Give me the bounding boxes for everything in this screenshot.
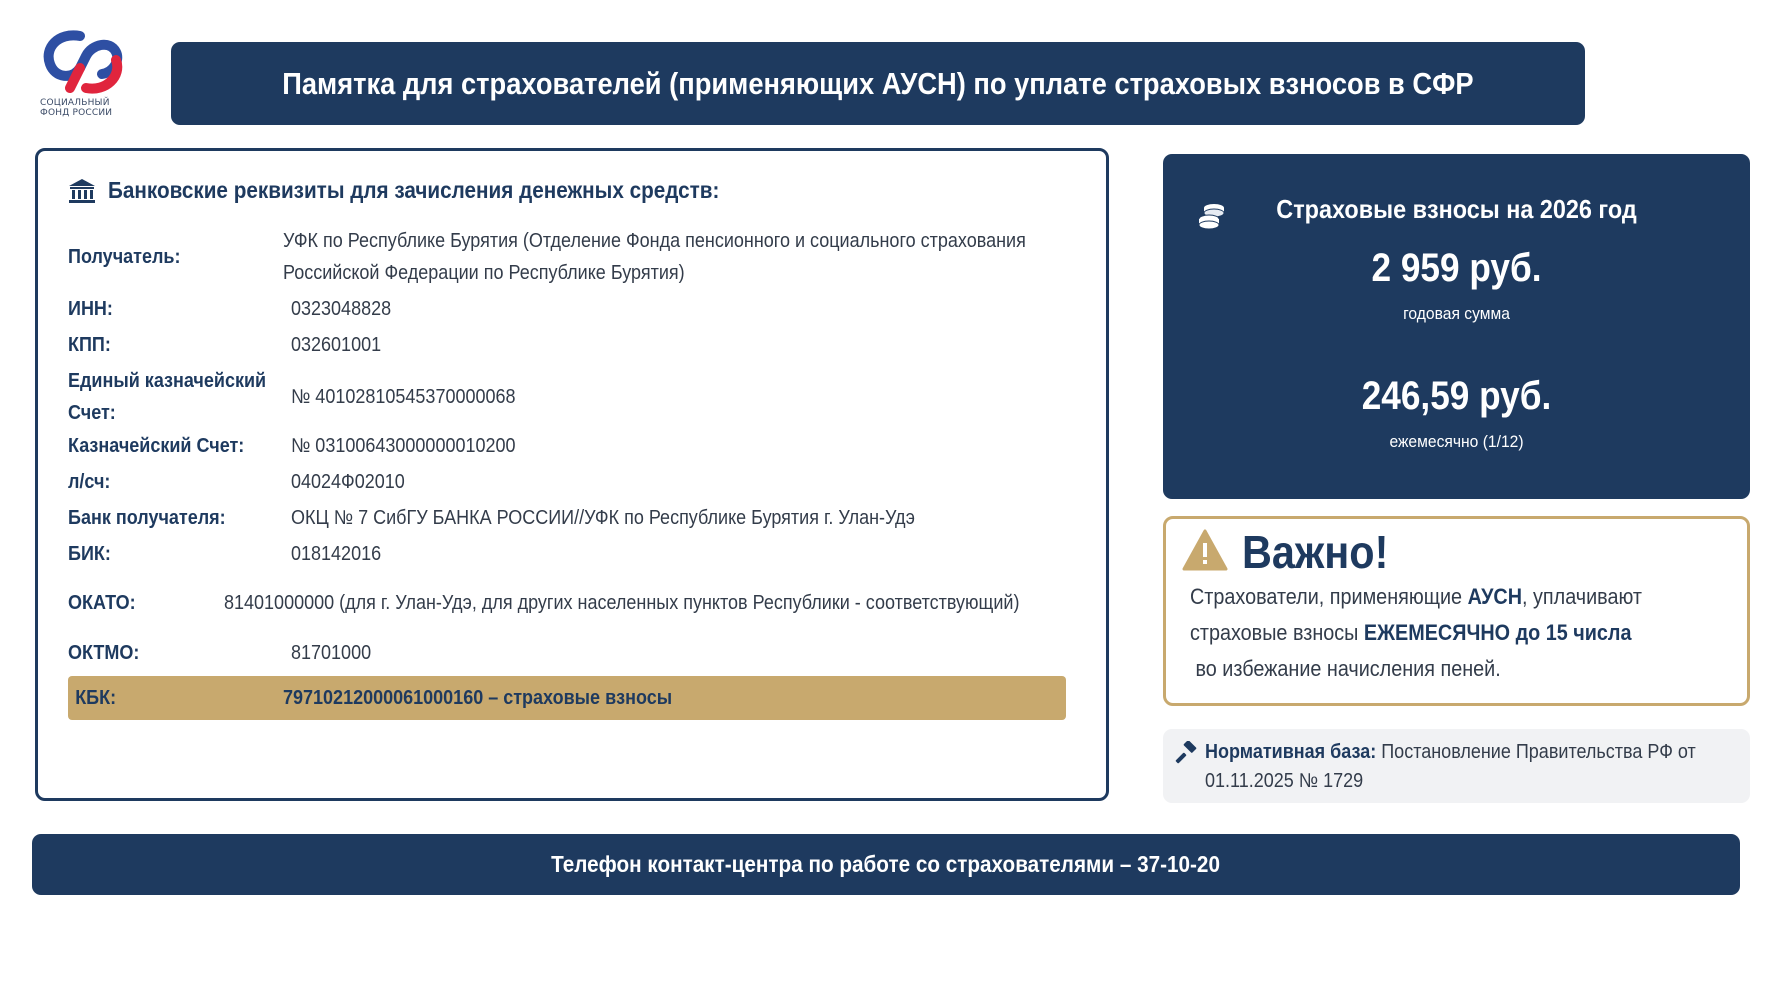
- label-kpp: КПП:: [68, 334, 111, 356]
- legal-basis-line-1: Постановление Правительства РФ от: [1376, 741, 1696, 763]
- row-treasury: Казначейский Счет: № 0310064300000001020…: [68, 430, 1108, 462]
- label-treasury-single-line-1: Единый казначейский: [68, 370, 267, 392]
- footer-banner: Телефон контакт-центра по работе со стра…: [32, 834, 1740, 895]
- label-kbk: КБК:: [75, 687, 117, 709]
- row-bank: Банк получателя: ОКЦ № 7 СибГУ БАНКА РОС…: [68, 502, 1108, 534]
- important-line-2: страховые взносы ЕЖЕМЕСЯЧНО до 15 числа: [1190, 615, 1632, 651]
- important-line-3: во избежание начисления пеней.: [1190, 656, 1501, 681]
- title-banner: Памятка для страхователей (применяющих А…: [171, 42, 1585, 125]
- value-kbk: 79710212000061000160 – страховые взносы: [283, 687, 673, 709]
- contributions-title: Страховые взносы на 2026 год: [1276, 194, 1637, 224]
- monthly-amount: 246,59 руб.: [1361, 374, 1552, 418]
- contact-phone: Телефон контакт-центра по работе со стра…: [551, 851, 1221, 877]
- value-treasury-single: № 40102810545370000068: [291, 386, 516, 408]
- row-treasury-single: Единый казначейский Счет: № 401028105453…: [68, 365, 1108, 429]
- label-oktmo: ОКТМО:: [68, 642, 140, 664]
- important-panel: Важно! Страхователи, применяющие АУСН, у…: [1163, 516, 1750, 706]
- requisites-title: Банковские реквизиты для зачисления дене…: [108, 177, 720, 203]
- important-line-1: Страхователи, применяющие АУСН, уплачива…: [1190, 579, 1642, 615]
- value-recipient: УФК по Республике Бурятия (Отделение Фон…: [283, 225, 1026, 289]
- value-ls: 04024Ф02010: [291, 471, 405, 493]
- requisites-panel: Банковские реквизиты для зачисления дене…: [35, 148, 1109, 801]
- important-line-1-text: Страхователи, применяющие: [1190, 584, 1468, 609]
- value-bank: ОКЦ № 7 СибГУ БАНКА РОССИИ//УФК по Респу…: [291, 507, 915, 529]
- logo-line-1: СОЦИАЛЬНЫЙ: [40, 98, 110, 108]
- page-title: Памятка для страхователей (применяющих А…: [282, 65, 1474, 101]
- value-kpp: 032601001: [291, 334, 382, 356]
- value-bik: 018142016: [291, 543, 382, 565]
- value-recipient-line-1: УФК по Республике Бурятия (Отделение Фон…: [282, 230, 1026, 252]
- row-kpp: КПП: 032601001: [68, 329, 1108, 361]
- annual-amount: 2 959 руб.: [1371, 246, 1542, 290]
- contributions-panel: Страховые взносы на 2026 год 2 959 руб. …: [1163, 154, 1750, 499]
- value-oktmo: 81701000: [291, 642, 372, 664]
- important-line-2-text: страховые взносы: [1190, 620, 1364, 645]
- logo-line-2: ФОНД РОССИИ: [40, 108, 113, 118]
- row-okato: ОКАТО: 81401000000 (для г. Улан-Удэ, для…: [68, 587, 1108, 619]
- important-line-2-bold: ЕЖЕМЕСЯЧНО до 15 числа: [1363, 620, 1632, 645]
- annual-caption: годовая сумма: [1403, 304, 1510, 323]
- row-bik: БИК: 018142016: [68, 538, 1108, 570]
- legal-basis-panel: Нормативная база: Постановление Правител…: [1163, 729, 1750, 803]
- sfr-logo-icon: [43, 30, 123, 94]
- gavel-icon: [1175, 741, 1197, 764]
- row-recipient: Получатель: УФК по Республике Бурятия (О…: [68, 225, 1108, 289]
- label-bik: БИК:: [68, 543, 111, 565]
- label-okato: ОКАТО:: [68, 592, 136, 614]
- legal-basis-text: Нормативная база: Постановление Правител…: [1205, 738, 1745, 796]
- sfr-logo: СОЦИАЛЬНЫЙ ФОНД РОССИИ: [40, 30, 130, 126]
- important-title: Важно!: [1242, 526, 1389, 578]
- row-ls: л/сч: 04024Ф02010: [68, 466, 1108, 498]
- label-ls: л/сч:: [68, 471, 111, 493]
- monthly-caption: ежемесячно (1/12): [1389, 432, 1524, 451]
- label-treasury: Казначейский Счет:: [68, 435, 245, 457]
- requisites-heading: Банковские реквизиты для зачисления дене…: [68, 177, 787, 204]
- legal-basis-line-2: 01.11.2025 № 1729: [1205, 770, 1364, 792]
- bank-icon: [69, 178, 95, 203]
- label-treasury-single: Единый казначейский Счет:: [68, 365, 269, 429]
- value-inn: 0323048828: [291, 298, 392, 320]
- important-line-1-bold: АУСН: [1467, 584, 1523, 609]
- value-recipient-line-2: Российской Федерации по Республике Бурят…: [282, 262, 685, 284]
- logo-caption: СОЦИАЛЬНЫЙ ФОНД РОССИИ: [40, 98, 130, 118]
- label-inn: ИНН:: [68, 298, 113, 320]
- value-treasury: № 03100643000000010200: [291, 435, 516, 457]
- row-inn: ИНН: 0323048828: [68, 293, 1108, 325]
- label-bank: Банк получателя:: [68, 507, 226, 529]
- label-treasury-single-line-2: Счет:: [68, 402, 116, 424]
- value-okato: 81401000000 (для г. Улан-Удэ, для других…: [224, 592, 1020, 614]
- legal-basis-label: Нормативная база:: [1205, 741, 1377, 763]
- warning-icon: [1182, 529, 1228, 571]
- important-line-1-end: , уплачивают: [1522, 584, 1642, 609]
- row-kbk: КБК: 79710212000061000160 – страховые вз…: [68, 676, 1066, 720]
- row-oktmo: ОКТМО: 81701000: [68, 637, 1108, 669]
- label-recipient: Получатель:: [68, 246, 181, 268]
